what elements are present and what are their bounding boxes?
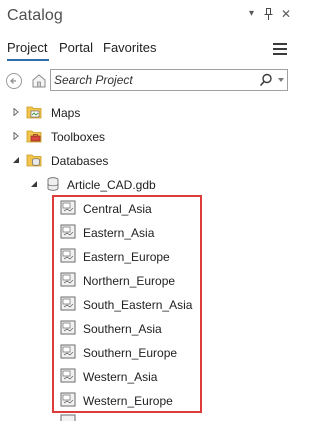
expanded-chevron-icon[interactable] [12, 156, 20, 164]
pin-icon[interactable] [264, 8, 273, 23]
tree-item-partial[interactable] [0, 412, 300, 421]
tree-item-toolboxes[interactable]: Toolboxes [0, 127, 300, 147]
tree-item-label: Article_CAD.gdb [67, 178, 156, 192]
search-options-chevron-icon[interactable] [277, 77, 285, 83]
feature-dataset-icon [60, 414, 76, 421]
collapsed-chevron-icon[interactable] [12, 108, 20, 116]
selected-tab-indicator [7, 59, 49, 61]
tab-project[interactable]: Project [7, 40, 47, 56]
options-dropdown-icon[interactable]: ▾ [249, 8, 254, 20]
search-input[interactable] [54, 72, 244, 88]
project-home-icon[interactable] [30, 71, 48, 91]
tree-item-label: Maps [51, 106, 81, 120]
tree-item-geodatabase[interactable]: Article_CAD.gdb [0, 175, 300, 195]
tab-portal[interactable]: Portal [59, 40, 93, 56]
highlight-box [52, 195, 202, 413]
tree-item-databases[interactable]: Databases [0, 151, 300, 171]
search-box[interactable] [50, 69, 288, 91]
collapsed-chevron-icon[interactable] [12, 132, 20, 140]
tree-item-maps[interactable]: Maps [0, 103, 300, 123]
databases-folder-icon [26, 154, 42, 167]
tree-item-label: Toolboxes [51, 130, 106, 144]
expanded-chevron-icon[interactable] [30, 180, 38, 188]
back-arrow-icon[interactable] [6, 73, 22, 89]
hamburger-menu-icon[interactable] [273, 43, 287, 55]
geodatabase-icon [47, 177, 59, 191]
search-icon[interactable] [259, 73, 273, 87]
close-icon[interactable]: ✕ [281, 8, 291, 20]
back-arrow-glyph [10, 78, 16, 84]
pane-title: Catalog [7, 7, 63, 24]
tree-item-label: Databases [51, 154, 109, 168]
maps-folder-icon [26, 106, 42, 119]
pin-icon-glyph [264, 8, 273, 20]
home-icon-glyph [32, 74, 46, 88]
tab-favorites[interactable]: Favorites [103, 40, 156, 56]
toolboxes-folder-icon [26, 130, 42, 143]
